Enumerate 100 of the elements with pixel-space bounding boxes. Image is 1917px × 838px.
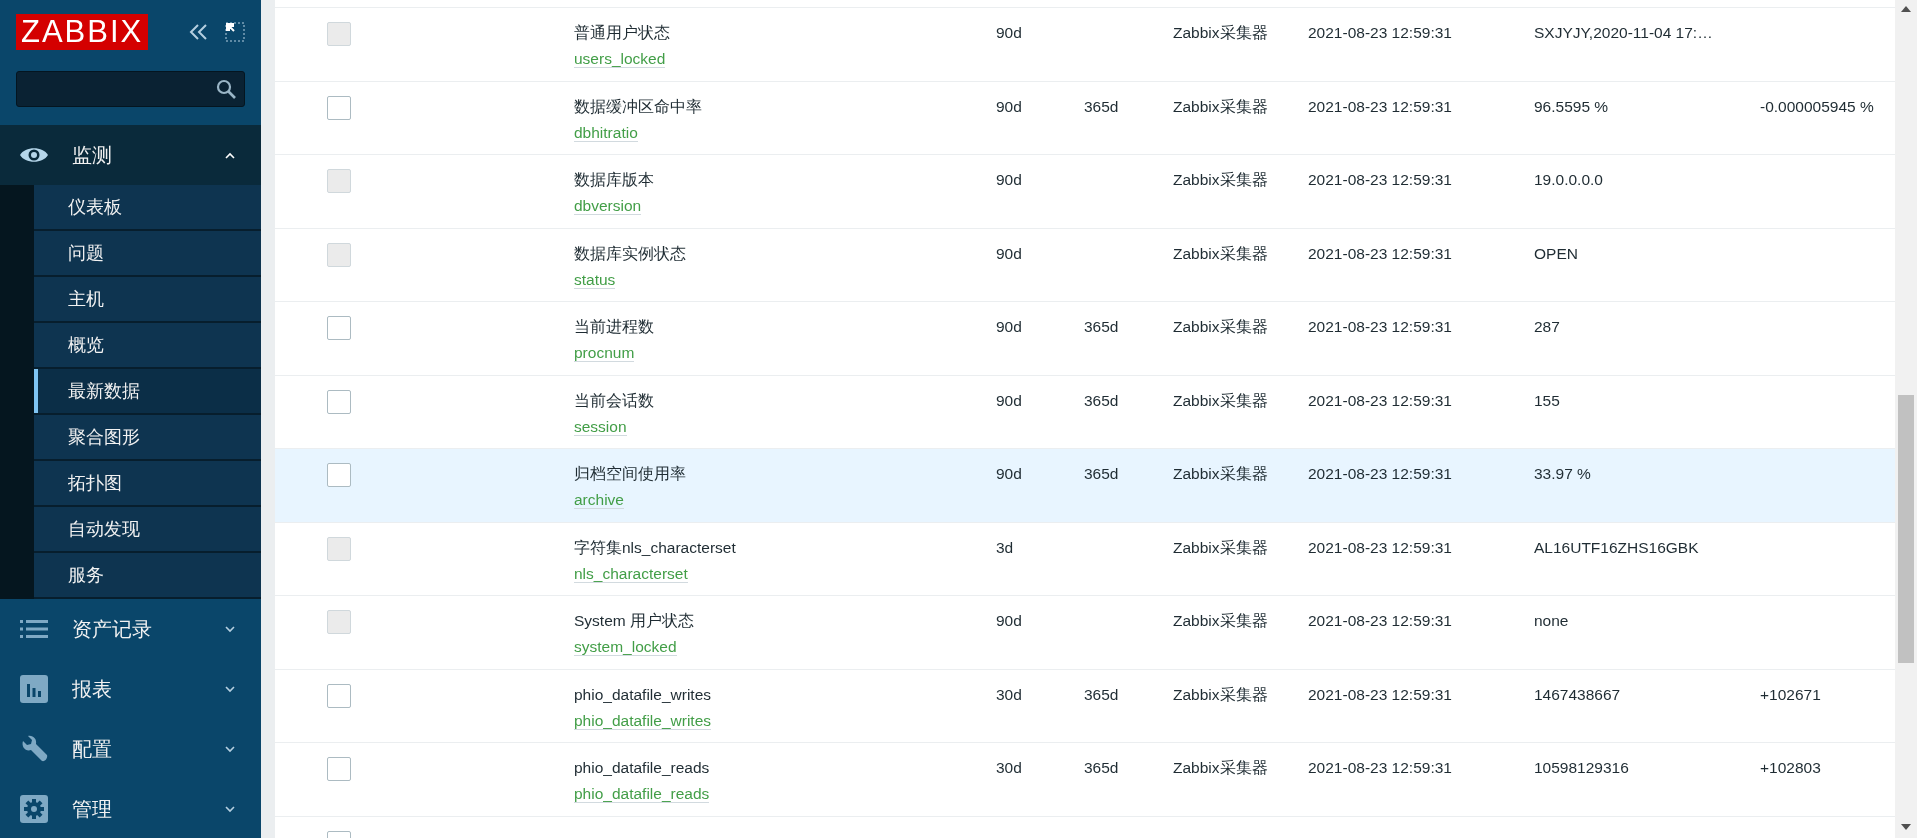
item-name: 当前进程数 [574,318,654,335]
table-cell: 10598129316 [1534,759,1629,776]
table-cell: 90d [996,171,1022,188]
item-name: System 用户状态 [574,612,694,629]
table-cell: +102803 [1760,759,1821,776]
table-cell: 90d [996,24,1022,41]
checkbox[interactable] [327,389,351,414]
table-cell: 287 [1534,318,1560,335]
table-cell: 96.5595 % [1534,97,1609,115]
scrollbar-thumb[interactable] [1898,395,1914,663]
eye-icon [19,145,49,165]
menu-item[interactable]: 最新数据 [34,369,261,415]
logo[interactable]: ZABBIX [16,14,149,50]
scrollbar[interactable] [1895,0,1917,838]
menu-section[interactable]: 报表 [0,659,261,719]
search-field[interactable] [16,71,245,107]
table-cell: 30d [996,759,1022,776]
search-icon[interactable] [216,79,236,99]
table-cell: 2021-08-23 12:59:31 [1308,318,1452,335]
menu-item[interactable]: 自动发现 [34,507,261,553]
bar-chart-icon [20,675,48,703]
item-name: 数据库实例状态 [574,244,686,262]
menu-item[interactable]: 仪表板 [34,185,261,231]
table-cell: 155 [1534,391,1560,409]
table-cell: 90d [996,465,1022,482]
table-cell: 365d [1084,391,1119,409]
table-cell: 90d [996,612,1022,629]
menu-section[interactable]: 资产记录 [0,599,261,659]
table-cell: 2021-08-23 12:59:31 [1308,97,1452,115]
menu-section[interactable]: 监测 [0,125,261,185]
table-cell: Zabbix采集器 [1173,244,1268,262]
item-name: 数据库版本 [574,171,654,188]
menu-section[interactable]: 管理 [0,779,261,838]
table-cell: 365d [1084,465,1119,482]
item-name: 普通用户状态 [574,24,670,41]
table-cell: 33.97 % [1534,465,1591,482]
checkbox[interactable] [327,683,351,708]
table-cell: 2021-08-23 12:59:31 [1308,171,1452,188]
caret-up-icon [225,151,235,159]
table-cell: -0.000005945 % [1760,97,1874,115]
item-name: 归档空间使用率 [574,465,686,482]
table-cell: 2021-08-23 12:59:31 [1308,759,1452,776]
table-cell: 365d [1084,97,1119,115]
menu-item[interactable]: 服务 [34,553,261,599]
table-cell: 365d [1084,759,1119,776]
table-cell: SXJYJY,2020-11-04 17:… [1534,24,1713,41]
table-cell: OPEN [1534,244,1578,262]
item-name: phio_datafile_writes [574,685,711,703]
table-cell: Zabbix采集器 [1173,465,1268,482]
item-key-link[interactable]: phio_datafile_writes [574,711,711,730]
collapse-icon[interactable] [189,23,209,41]
table-cell: 19.0.0.0.0 [1534,171,1603,188]
table-cell: 2021-08-23 12:59:31 [1308,244,1452,262]
checkbox[interactable] [327,463,351,487]
item-name: 当前会话数 [574,391,654,409]
table-cell: 90d [996,391,1022,409]
menu-section[interactable]: 配置 [0,719,261,779]
table-cell: Zabbix采集器 [1173,24,1268,41]
item-name: 数据缓冲区命中率 [574,97,702,115]
checkbox[interactable] [327,757,351,781]
caret-down-icon [225,745,235,753]
scroll-down-icon[interactable] [1901,824,1911,830]
caret-down-icon [225,805,235,813]
gear-icon [20,795,48,823]
menu-item[interactable]: 主机 [34,277,261,323]
table-cell: 2021-08-23 12:59:31 [1308,612,1452,629]
table-cell: 2021-08-23 12:59:31 [1308,24,1452,41]
menu-item[interactable]: 聚合图形 [34,415,261,461]
table-cell: 365d [1084,685,1119,703]
table-cell: Zabbix采集器 [1173,538,1268,556]
item-key-link[interactable]: procnum [574,344,635,362]
checkbox[interactable] [327,95,351,120]
item-key-link[interactable]: phio_datafile_reads [574,785,710,803]
table-cell: 3d [996,538,1014,556]
table-cell: 1467438667 [1534,685,1621,703]
table-cell: Zabbix采集器 [1173,612,1268,629]
table-cell: 90d [996,244,1022,262]
item-name: 字符集nls_characterset [574,538,736,556]
table-cell: +102671 [1760,685,1821,703]
table-cell: 2021-08-23 12:59:31 [1308,465,1452,482]
table-cell: 365d [1084,318,1119,335]
table-cell: 2021-08-23 12:59:31 [1308,391,1452,409]
table-cell: 90d [996,318,1022,335]
table-cell: AL16UTF16ZHS16GBK [1534,538,1699,556]
table-cell: Zabbix采集器 [1173,318,1268,335]
table-cell: Zabbix采集器 [1173,759,1268,776]
item-name: phio_datafile_reads [574,759,710,776]
menu-item[interactable]: 问题 [34,231,261,277]
scroll-up-icon[interactable] [1901,6,1911,12]
table-cell: Zabbix采集器 [1173,391,1268,409]
table-cell: Zabbix采集器 [1173,97,1268,115]
menu-item[interactable]: 概览 [34,323,261,369]
table-cell: none [1534,612,1569,629]
menu-item[interactable]: 拓扑图 [34,461,261,507]
table-cell: 30d [996,685,1022,703]
table-cell: 2021-08-23 12:59:31 [1308,685,1452,703]
item-key-link[interactable]: session [574,417,627,436]
kiosk-mode-icon[interactable] [225,22,245,42]
wrench-icon [20,735,48,763]
checkbox[interactable] [327,316,351,340]
